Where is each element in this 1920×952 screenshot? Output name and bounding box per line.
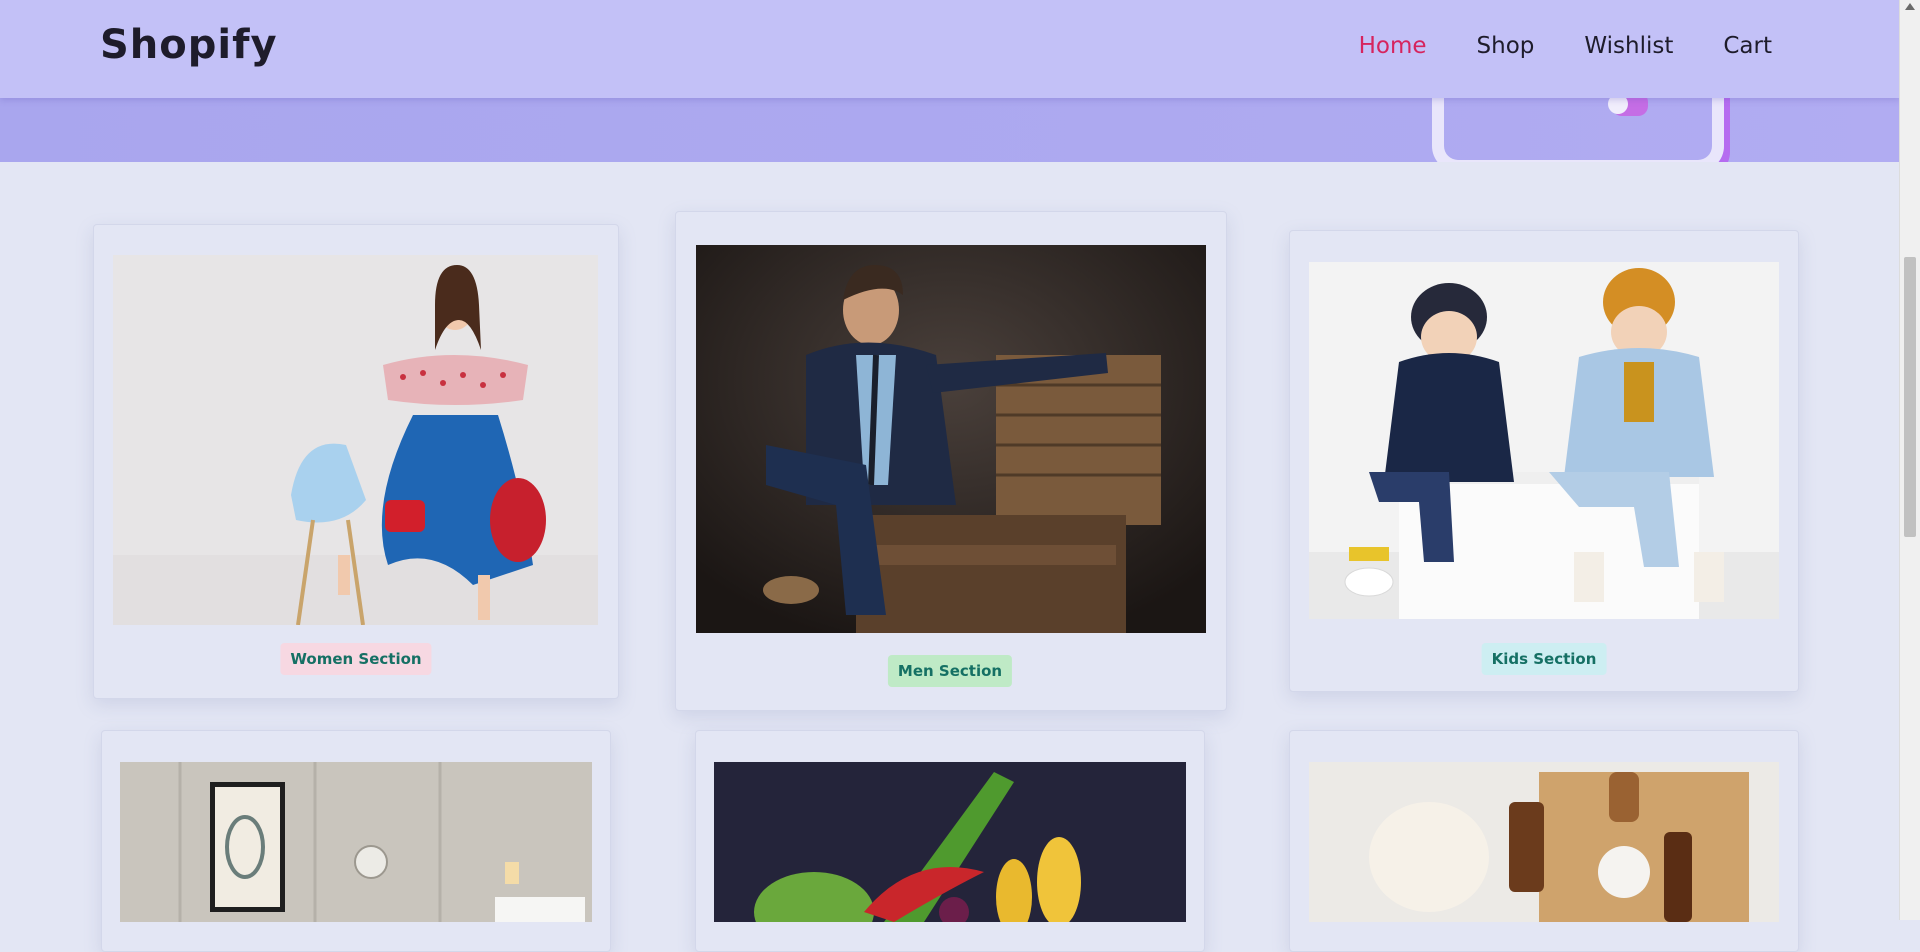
women-section-card[interactable]: Women Section	[93, 224, 619, 699]
kids-section-button[interactable]: Kids Section	[1481, 643, 1607, 675]
women-section-button[interactable]: Women Section	[280, 643, 432, 675]
personal-care-card[interactable]	[1289, 730, 1799, 952]
scrollbar-thumb[interactable]	[1904, 257, 1916, 537]
kids-section-image	[1309, 262, 1779, 619]
groceries-image	[714, 762, 1186, 922]
nav-home-link[interactable]: Home	[1359, 33, 1427, 59]
page-scrollbar[interactable]	[1899, 0, 1920, 920]
nav-cart-link[interactable]: Cart	[1723, 33, 1772, 59]
groceries-card[interactable]	[695, 730, 1205, 952]
nav-wishlist-link[interactable]: Wishlist	[1584, 33, 1673, 59]
home-decor-image	[120, 762, 592, 922]
nav-links: Home Shop Wishlist Cart	[1359, 33, 1772, 59]
personal-care-image	[1309, 762, 1779, 922]
women-section-image	[113, 255, 598, 625]
nav-shop-link[interactable]: Shop	[1477, 33, 1535, 59]
scroll-up-arrow-icon[interactable]	[1905, 3, 1915, 10]
home-decor-card[interactable]	[101, 730, 611, 952]
men-section-card[interactable]: Men Section	[675, 211, 1227, 711]
kids-section-card[interactable]: Kids Section	[1289, 230, 1799, 692]
top-navigation: Shopify Home Shop Wishlist Cart	[0, 0, 1900, 98]
men-section-button[interactable]: Men Section	[887, 655, 1013, 687]
men-section-image	[696, 245, 1206, 633]
brand-logo[interactable]: Shopify	[100, 22, 278, 68]
